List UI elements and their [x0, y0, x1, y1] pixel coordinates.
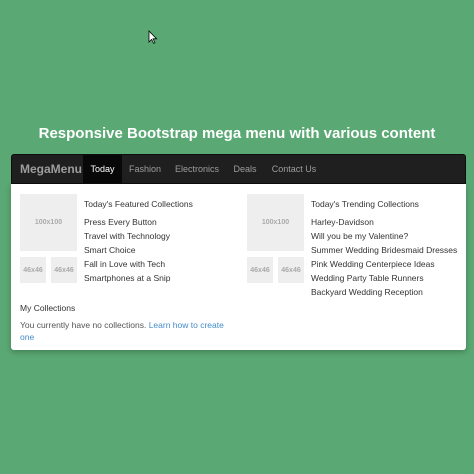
featured-link[interactable]: Travel with Technology — [84, 231, 170, 241]
trending-link[interactable]: Summer Wedding Bridesmaid Dresses — [311, 245, 457, 255]
nav-item-contact-us[interactable]: Contact Us — [267, 155, 321, 183]
navbar: MegaMenu Today Fashion Electronics Deals… — [11, 154, 466, 184]
featured-link[interactable]: Smartphones at a Snip — [84, 273, 170, 283]
featured-link[interactable]: Smart Choice — [84, 245, 136, 255]
my-collections-heading: My Collections — [20, 303, 76, 313]
trending-heading: Today's Trending Collections — [311, 199, 419, 209]
trending-link[interactable]: Pink Wedding Centerpiece Ideas — [311, 259, 435, 269]
featured-link[interactable]: Press Every Button — [84, 217, 157, 227]
mouse-pointer-icon — [148, 30, 158, 44]
featured-image-small[interactable]: 46x46 — [51, 257, 77, 283]
nav-item-deals[interactable]: Deals — [229, 155, 261, 183]
featured-heading: Today's Featured Collections — [84, 199, 193, 209]
trending-image-large[interactable]: 100x100 — [247, 194, 304, 251]
my-collections-empty-text: You currently have no collections. — [20, 320, 147, 330]
navbar-brand[interactable]: MegaMenu — [20, 155, 82, 183]
trending-link[interactable]: Will you be my Valentine? — [311, 231, 408, 241]
trending-image-small[interactable]: 46x46 — [247, 257, 273, 283]
featured-image-large[interactable]: 100x100 — [20, 194, 77, 251]
featured-link[interactable]: Fall in Love with Tech — [84, 259, 165, 269]
nav-item-fashion[interactable]: Fashion — [125, 155, 165, 183]
nav-item-today[interactable]: Today — [83, 155, 122, 183]
trending-link[interactable]: Harley-Davidson — [311, 217, 374, 227]
trending-link[interactable]: Backyard Wedding Reception — [311, 287, 423, 297]
nav-item-electronics[interactable]: Electronics — [170, 155, 224, 183]
trending-image-small[interactable]: 46x46 — [278, 257, 304, 283]
mega-menu-dropdown: 100x100 46x46 46x46 Today's Featured Col… — [11, 184, 466, 350]
featured-image-small[interactable]: 46x46 — [20, 257, 46, 283]
trending-link[interactable]: Wedding Party Table Runners — [311, 273, 424, 283]
my-collections-message: You currently have no collections. Learn… — [20, 319, 235, 343]
page-title: Responsive Bootstrap mega menu with vari… — [38, 125, 436, 142]
